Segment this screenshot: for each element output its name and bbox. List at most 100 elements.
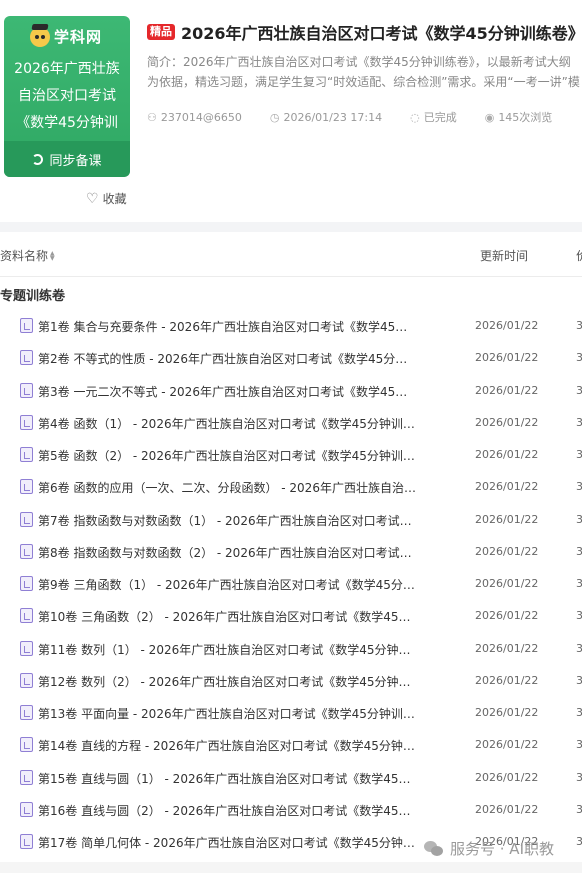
table-row[interactable]: 第9卷 三角函数（1） - 2026年广西壮族自治区对口考试《数学45分钟训练卷… bbox=[0, 567, 582, 599]
update-date: 2026/01/22 bbox=[475, 770, 539, 784]
column-header-extra: 价 bbox=[576, 247, 582, 264]
datetime-text: 2026/01/23 17:14 bbox=[283, 110, 383, 124]
premium-badge: 精品 bbox=[147, 24, 175, 40]
group-title: 专题训练卷 bbox=[0, 289, 66, 304]
row-extra-value: 3 bbox=[576, 641, 582, 655]
collect-label: 收藏 bbox=[102, 192, 127, 206]
check-circle-icon: ◌ bbox=[410, 110, 420, 124]
file-icon bbox=[20, 350, 33, 366]
file-icon bbox=[20, 479, 33, 495]
table-row[interactable]: 第11卷 数列（1） - 2026年广西壮族自治区对口考试《数学45分钟训练卷》… bbox=[0, 632, 582, 664]
sync-icon bbox=[32, 153, 44, 165]
file-link[interactable]: 第3卷 一元二次不等式 - 2026年广西壮族自治区对口考试《数学45分钟训练卷… bbox=[38, 383, 418, 400]
file-link[interactable]: 第6卷 函数的应用（一次、二次、分段函数） - 2026年广西壮族自治区对口考试… bbox=[38, 479, 418, 496]
cover-logo: 学科网 bbox=[30, 26, 102, 47]
update-date: 2026/01/22 bbox=[475, 706, 539, 719]
update-date: 2026/01/22 bbox=[475, 577, 539, 590]
table-row[interactable]: 第16卷 直线与圆（2） - 2026年广西壮族自治区对口考试《数学45分钟训练… bbox=[0, 793, 582, 825]
file-icon bbox=[20, 640, 33, 656]
views-text: 145次浏览 bbox=[498, 111, 553, 124]
meta-bar: ⚇ 237014@6650 ◷ 2026/01/23 17:14 ◌ 已完成 ◉… bbox=[147, 109, 580, 125]
file-list: 第1卷 集合与充要条件 - 2026年广西壮族自治区对口考试《数学45分钟训练卷… bbox=[0, 309, 582, 857]
table-row[interactable]: 第6卷 函数的应用（一次、二次、分段函数） - 2026年广西壮族自治区对口考试… bbox=[0, 470, 582, 502]
row-extra-value: 3 bbox=[576, 319, 582, 332]
file-icon bbox=[20, 672, 33, 688]
column-header-name-label: 资料名称 bbox=[0, 249, 49, 263]
column-header-name[interactable]: 资料名称 ▲ ▼ bbox=[0, 247, 55, 264]
row-extra-value: 3 bbox=[576, 835, 582, 848]
resource-header: 学科网 2026年广西壮族 自治区对口考试 《数学45分钟训 同步备课 ♡ 收藏… bbox=[0, 0, 582, 222]
table-row[interactable]: 第5卷 函数（2） - 2026年广西壮族自治区对口考试《数学45分钟训练卷》 2… bbox=[0, 438, 582, 470]
heart-icon: ♡ bbox=[86, 190, 99, 207]
table-row[interactable]: 第1卷 集合与充要条件 - 2026年广西壮族自治区对口考试《数学45分钟训练卷… bbox=[0, 309, 582, 341]
file-link[interactable]: 第10卷 三角函数（2） - 2026年广西壮族自治区对口考试《数学45分钟训练… bbox=[38, 608, 418, 625]
page-title: 2026年广西壮族自治区对口考试《数学45分钟训练卷》 bbox=[181, 24, 582, 43]
update-date: 2026/01/22 bbox=[475, 609, 539, 623]
update-date: 2026/01/22 bbox=[475, 448, 539, 461]
row-extra-value: 3 bbox=[576, 706, 582, 719]
section-divider bbox=[0, 222, 582, 232]
cover-image[interactable]: 学科网 2026年广西壮族 自治区对口考试 《数学45分钟训 同步备课 bbox=[4, 16, 130, 177]
file-link[interactable]: 第8卷 指数函数与对数函数（2） - 2026年广西壮族自治区对口考试《数学45… bbox=[38, 544, 418, 561]
file-link[interactable]: 第5卷 函数（2） - 2026年广西壮族自治区对口考试《数学45分钟训练卷》 bbox=[38, 447, 418, 464]
file-link[interactable]: 第7卷 指数函数与对数函数（1） - 2026年广西壮族自治区对口考试《数学45… bbox=[38, 512, 418, 529]
wechat-icon bbox=[424, 840, 444, 857]
file-link[interactable]: 第1卷 集合与充要条件 - 2026年广西壮族自治区对口考试《数学45分钟训练卷… bbox=[38, 318, 418, 335]
file-link[interactable]: 第11卷 数列（1） - 2026年广西壮族自治区对口考试《数学45分钟训练卷》 bbox=[38, 641, 418, 658]
file-icon bbox=[20, 737, 33, 753]
update-date: 2026/01/22 bbox=[475, 415, 539, 429]
file-icon bbox=[20, 511, 33, 527]
table-row[interactable]: 第14卷 直线的方程 - 2026年广西壮族自治区对口考试《数学45分钟训练卷》… bbox=[0, 728, 582, 760]
table-row[interactable]: 第3卷 一元二次不等式 - 2026年广西壮族自治区对口考试《数学45分钟训练卷… bbox=[0, 374, 582, 406]
file-link[interactable]: 第12卷 数列（2） - 2026年广西壮族自治区对口考试《数学45分钟训练卷》 bbox=[38, 673, 418, 690]
file-icon bbox=[20, 543, 33, 559]
clock-icon: ◷ bbox=[269, 110, 280, 124]
file-link[interactable]: 第16卷 直线与圆（2） - 2026年广西壮族自治区对口考试《数学45分钟训练… bbox=[38, 802, 418, 819]
table-row[interactable]: 第15卷 直线与圆（1） - 2026年广西壮族自治区对口考试《数学45分钟训练… bbox=[0, 761, 582, 793]
update-date: 2026/01/22 bbox=[475, 738, 539, 752]
table-row[interactable]: 第13卷 平面向量 - 2026年广西壮族自治区对口考试《数学45分钟训练卷》 2… bbox=[0, 696, 582, 728]
row-extra-value: 3 bbox=[576, 415, 582, 429]
table-row[interactable]: 第12卷 数列（2） - 2026年广西壮族自治区对口考试《数学45分钟训练卷》… bbox=[0, 664, 582, 696]
row-extra-value: 3 bbox=[576, 673, 582, 687]
bottom-strip bbox=[0, 862, 582, 873]
file-link[interactable]: 第4卷 函数（1） - 2026年广西壮族自治区对口考试《数学45分钟训练卷》 bbox=[38, 415, 418, 432]
eye-icon: ◉ bbox=[484, 110, 495, 124]
row-extra-value: 3 bbox=[576, 351, 582, 365]
meta-views: ◉ 145次浏览 bbox=[485, 109, 553, 125]
collect-button[interactable]: ♡ 收藏 bbox=[86, 190, 127, 207]
logo-mascot-icon bbox=[30, 26, 50, 47]
file-link[interactable]: 第17卷 简单几何体 - 2026年广西壮族自治区对口考试《数学45分钟训练卷》 bbox=[38, 834, 418, 851]
cover-title-line: 自治区对口考试 bbox=[18, 88, 116, 104]
file-icon bbox=[20, 382, 33, 398]
table-row[interactable]: 第7卷 指数函数与对数函数（1） - 2026年广西壮族自治区对口考试《数学45… bbox=[0, 503, 582, 535]
row-extra-value: 3 bbox=[576, 738, 582, 752]
cover-title-line: 2026年广西壮族 bbox=[14, 61, 120, 77]
file-link[interactable]: 第9卷 三角函数（1） - 2026年广西壮族自治区对口考试《数学45分钟训练卷… bbox=[38, 576, 418, 593]
file-icon bbox=[20, 576, 33, 591]
file-link[interactable]: 第2卷 不等式的性质 - 2026年广西壮族自治区对口考试《数学45分钟训练卷》 bbox=[38, 350, 418, 367]
row-extra-value: 3 bbox=[576, 480, 582, 494]
file-icon bbox=[20, 801, 33, 817]
meta-author[interactable]: ⚇ 237014@6650 bbox=[147, 111, 242, 124]
update-date: 2026/01/22 bbox=[475, 544, 539, 558]
table-row[interactable]: 第2卷 不等式的性质 - 2026年广西壮族自治区对口考试《数学45分钟训练卷》… bbox=[0, 341, 582, 373]
table-row[interactable]: 第8卷 指数函数与对数函数（2） - 2026年广西壮族自治区对口考试《数学45… bbox=[0, 535, 582, 567]
file-link[interactable]: 第15卷 直线与圆（1） - 2026年广西壮族自治区对口考试《数学45分钟训练… bbox=[38, 770, 418, 787]
file-icon bbox=[20, 705, 33, 720]
table-row[interactable]: 第4卷 函数（1） - 2026年广西壮族自治区对口考试《数学45分钟训练卷》 2… bbox=[0, 406, 582, 438]
user-icon: ⚇ bbox=[147, 110, 157, 124]
file-icon bbox=[20, 447, 33, 462]
table-row[interactable]: 第10卷 三角函数（2） - 2026年广西壮族自治区对口考试《数学45分钟训练… bbox=[0, 599, 582, 631]
update-date: 2026/01/22 bbox=[475, 802, 539, 816]
update-date: 2026/01/22 bbox=[475, 480, 539, 494]
file-icon bbox=[20, 769, 33, 785]
row-extra-value: 3 bbox=[576, 577, 582, 590]
row-extra-value: 3 bbox=[576, 770, 582, 784]
update-date: 2026/01/22 bbox=[475, 383, 539, 397]
file-link[interactable]: 第14卷 直线的方程 - 2026年广西壮族自治区对口考试《数学45分钟训练卷》 bbox=[38, 737, 418, 754]
sort-icon[interactable]: ▲ ▼ bbox=[50, 250, 55, 261]
cover-title-line: 《数学45分钟训 bbox=[16, 115, 118, 131]
update-date: 2026/01/22 bbox=[475, 351, 539, 365]
file-link[interactable]: 第13卷 平面向量 - 2026年广西壮族自治区对口考试《数学45分钟训练卷》 bbox=[38, 705, 418, 722]
